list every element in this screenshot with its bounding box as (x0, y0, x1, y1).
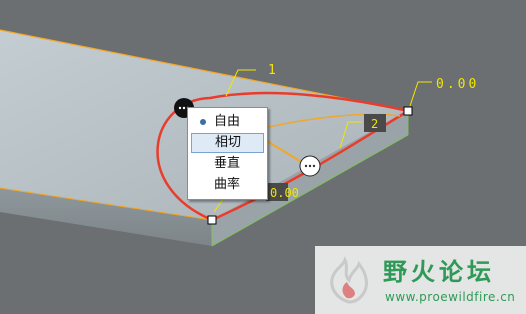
menu-item-normal-label: 垂直 (214, 156, 241, 171)
watermark-title: 野火论坛 (383, 258, 495, 286)
menu-item-normal[interactable]: 垂直 (191, 154, 264, 174)
menu-item-curvature-label: 曲率 (214, 177, 241, 192)
menu-item-curvature[interactable]: 曲率 (191, 175, 264, 195)
dimension-box-right-text: 2 (371, 117, 378, 131)
watermark-url: www.proewildfire.cn (385, 290, 516, 304)
dimension-box-left-text: 0.00 (270, 186, 299, 200)
radio-selected-icon (200, 119, 206, 125)
tangent-handle-left-dot1 (178, 106, 182, 110)
menu-item-free[interactable]: 自由 (191, 112, 264, 132)
leader-0-00 (409, 81, 432, 107)
forum-watermark: 野火论坛 www.proewildfire.cn (315, 246, 526, 314)
vertex-handle-right[interactable] (403, 106, 413, 116)
tangent-handle-middle-dot1 (304, 164, 308, 168)
menu-item-tangent[interactable]: 相切 (191, 133, 264, 153)
vertex-handle-bottom[interactable] (207, 215, 217, 225)
flame-logo-icon (330, 256, 368, 304)
constraint-context-menu[interactable]: 自由 相切 垂直 曲率 (187, 107, 268, 200)
dimension-top[interactable]: 1 (268, 63, 279, 78)
tangent-handle-middle-dot3 (312, 164, 316, 168)
menu-item-free-label: 自由 (214, 114, 241, 129)
dimension-top-right[interactable]: 0.00 (436, 77, 479, 92)
menu-item-tangent-label: 相切 (215, 135, 242, 150)
tangent-handle-left-dot2 (182, 106, 186, 110)
tangent-handle-middle-dot2 (308, 164, 312, 168)
